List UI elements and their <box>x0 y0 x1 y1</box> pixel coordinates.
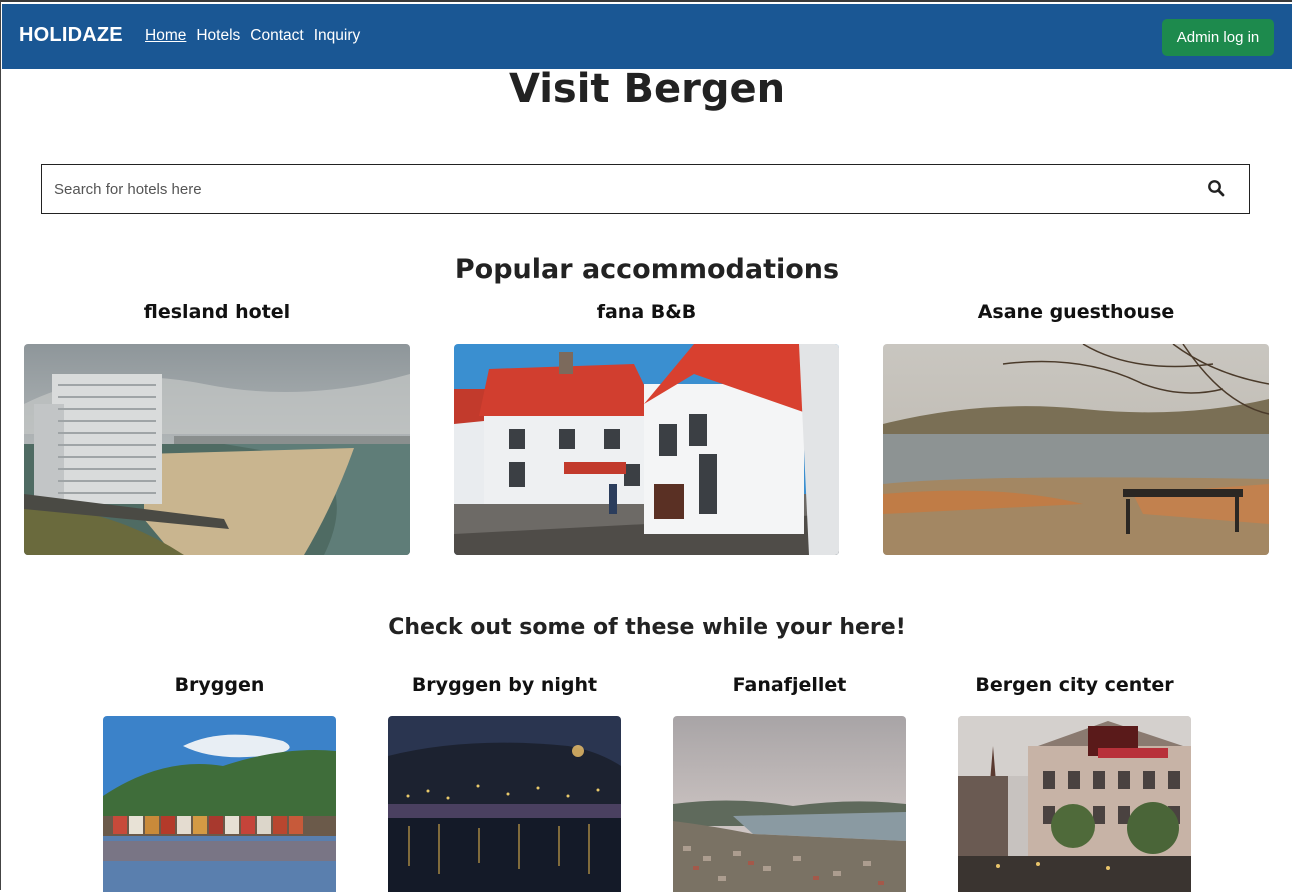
attraction-image-bryggen[interactable] <box>103 716 336 892</box>
admin-login-button[interactable]: Admin log in <box>1162 19 1274 56</box>
nav-link-hotels[interactable]: Hotels <box>196 27 240 45</box>
nav-link-home[interactable]: Home <box>145 27 186 45</box>
attraction-card-title: Bryggen <box>174 674 265 696</box>
attraction-image-bryggen-night[interactable] <box>388 716 621 892</box>
attraction-card-title: Bryggen by night <box>411 674 598 696</box>
page-title: Visit Bergen <box>508 66 786 112</box>
nav-link-inquiry[interactable]: Inquiry <box>314 27 361 45</box>
hotel-card-title: Asane guesthouse <box>977 301 1175 323</box>
attraction-card-title: Bergen city center <box>975 674 1174 696</box>
popular-section-title: Popular accommodations <box>454 254 840 285</box>
navbar: HOLIDAZE Home Hotels Contact Inquiry Adm… <box>2 4 1292 69</box>
hotel-card-title: flesland hotel <box>143 301 291 323</box>
attractions-section-title: Check out some of these while your here! <box>388 615 906 640</box>
search-bar <box>41 164 1250 214</box>
attraction-image-fanafjellet[interactable] <box>673 716 906 892</box>
nav-links: Home Hotels Contact Inquiry <box>145 27 360 45</box>
search-icon <box>1208 179 1225 196</box>
hotel-image-flesland[interactable] <box>24 344 410 555</box>
search-input[interactable] <box>42 165 1172 213</box>
attraction-image-city-center[interactable] <box>958 716 1191 892</box>
attraction-card-title: Fanafjellet <box>732 674 847 696</box>
brand-logo[interactable]: HOLIDAZE <box>19 24 123 47</box>
search-button[interactable] <box>1202 176 1230 202</box>
hotel-card-title: fana B&B <box>596 301 697 323</box>
hotel-image-asane[interactable] <box>883 344 1269 555</box>
hotel-image-fana[interactable] <box>454 344 839 555</box>
nav-link-contact[interactable]: Contact <box>250 27 303 45</box>
